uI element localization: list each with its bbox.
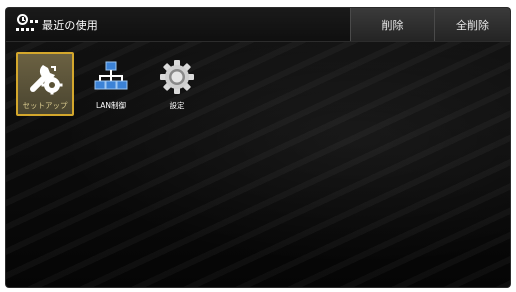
delete-all-button[interactable]: 全削除: [434, 8, 510, 41]
item-label: セットアップ: [22, 101, 68, 110]
history-icon: [16, 13, 38, 36]
header-bar: 最近の使用 削除 全削除: [6, 8, 510, 42]
network-icon: [92, 58, 130, 96]
recent-item-lan-control[interactable]: LAN制御: [82, 52, 140, 116]
item-label: 設定: [169, 101, 185, 110]
recent-items-list: セットアップ LAN制御 設定: [16, 52, 206, 116]
recent-item-settings[interactable]: 設定: [148, 52, 206, 116]
wrench-gear-icon: [26, 58, 64, 96]
page-title: 最近の使用: [42, 18, 98, 32]
recent-item-setup[interactable]: セットアップ: [16, 52, 74, 116]
delete-button[interactable]: 削除: [350, 8, 434, 41]
screen-frame: 最近の使用 削除 全削除 セットアップ LAN制御 設定: [6, 8, 510, 287]
header-title-area: 最近の使用: [6, 8, 350, 41]
gear-icon: [158, 58, 196, 96]
item-label: LAN制御: [95, 101, 127, 110]
